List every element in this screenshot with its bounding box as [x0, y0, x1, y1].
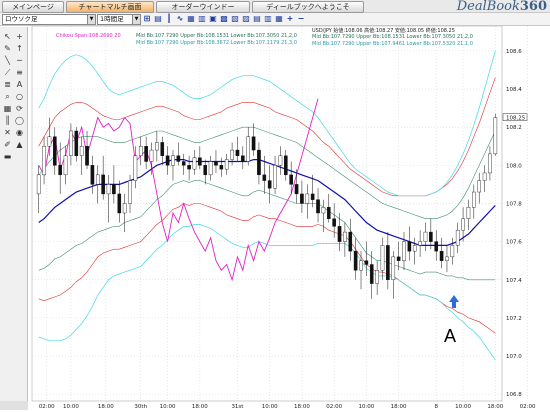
y-tick-label: 107.2 [506, 316, 522, 322]
ellipse-icon[interactable]: ◯ [14, 115, 25, 126]
legend-bb-right2: Mid Bb:107.7290 Upper Bb:107.9461 Lower … [312, 41, 473, 47]
hline-icon[interactable]: ─ [14, 55, 25, 66]
legend-bb-right: Mid Bb:107.7290 Upper Bb:108.1531 Lower … [312, 34, 473, 40]
y-tick-label: 108.4 [506, 87, 522, 93]
status-strip [0, 401, 28, 410]
bars-icon[interactable]: ║ [2, 115, 13, 126]
x-tick-label: 10:00 [262, 404, 278, 410]
dealbook-logo: DealBook360 [456, 0, 547, 14]
arrow-up-icon[interactable]: ↑ [14, 43, 25, 54]
settings-icon[interactable]: ▨ [241, 14, 251, 23]
top-tab-bar: メインページ チャートマルチ画面 オーダーウインドー ディールブックへようこそ … [0, 0, 550, 14]
x-tick-label: 18:00 [192, 404, 208, 410]
chart-type-value: ロウソク足 [5, 15, 38, 23]
chart-type-select[interactable]: ロウソク足 ▼ [2, 14, 96, 25]
grid-icon[interactable]: ▥ [197, 14, 207, 23]
candle [493, 113, 498, 156]
y-tick-label: 107.8 [506, 201, 522, 207]
price-chart[interactable]: 108.6 108.4 108.25 108.2 108.0 107.8 107.6 107.… [28, 25, 550, 410]
gann-icon[interactable]: ✕ [2, 127, 13, 138]
pencil-icon[interactable]: ✐ [2, 139, 13, 150]
y-tick-label: 107.6 [506, 240, 522, 246]
trash-icon[interactable]: ▬ [2, 151, 13, 162]
y-tick-label: 108.25 [506, 116, 526, 122]
grid-icon[interactable]: ▦ [2, 103, 13, 114]
legend-chikou: Chikou Span:108.2690 20 [56, 33, 121, 39]
tab-chart-multi[interactable]: チャートマルチ画面 [66, 1, 154, 13]
chart-toolbar: ロウソク足 ▼ 1時間足 ▼ ⊞ ▤ ┃ ∿ ▦ ▥ ▣ ▩ ▧ ▨ ▤ ▥ ▦… [0, 13, 550, 26]
trendline-icon[interactable]: ⟋ [2, 67, 13, 78]
chevron-down-icon: ▼ [132, 15, 140, 24]
tab-order-window[interactable]: オーダーウインドー [156, 1, 250, 13]
plot-area [31, 25, 503, 402]
history-icon[interactable]: ▥ [263, 14, 273, 23]
x-tick-label: 02:00 [520, 404, 536, 410]
save-icon[interactable]: ▩ [219, 14, 229, 23]
legend-bb-mid2: Mid Bb:107.7290 Upper Bb:108.3672 Lower … [136, 40, 297, 46]
compare-icon[interactable]: ▦ [274, 14, 284, 23]
legend-bb-mid: Mid Bb:107.7290 Upper Bb:108.1531 Lower … [136, 33, 297, 39]
x-tick-label: 02:00 [39, 404, 55, 410]
scale-icon[interactable]: ▧ [230, 14, 240, 23]
x-tick-label: 8 [434, 404, 438, 410]
legend-ohlc: USD/JPY 始値:108.06 高値:108.27 安値:108.05 終値… [312, 27, 455, 34]
chart-svg[interactable]: 108.6 108.4 108.25 108.2 108.0 107.8 107.6 107.… [28, 25, 550, 410]
x-tick-label: 10:00 [455, 404, 471, 410]
eye-icon[interactable]: ◉ [14, 127, 25, 138]
x-tick-label: 10:00 [358, 404, 374, 410]
annotation-label: A [444, 326, 456, 346]
x-tick-label: 31st [231, 404, 244, 410]
tab-dealbook-welcome[interactable]: ディールブックへようこそ [252, 1, 364, 13]
pin-icon[interactable]: ▲ [14, 139, 25, 150]
cursor-icon[interactable]: ↖ [2, 31, 13, 42]
x-tick-label: 10:00 [63, 404, 79, 410]
text-icon[interactable]: A [14, 79, 25, 90]
x-tick-label: 02:00 [326, 404, 342, 410]
timeframe-value: 1時間足 [100, 15, 124, 23]
y-tick-label: 107.4 [506, 278, 522, 284]
bar-style-icon[interactable]: ┃ [164, 14, 174, 23]
zoom-out-button[interactable]: − [296, 14, 306, 23]
y-tick-label: 108.2 [506, 125, 522, 131]
x-tick-label: 18:00 [391, 404, 407, 410]
fib-icon[interactable]: ≣ [2, 79, 13, 90]
y-tick-label: 106.8 [506, 392, 522, 398]
template-icon[interactable]: ▣ [208, 14, 218, 23]
x-tick-label: 10:00 [160, 404, 176, 410]
zoom-icon[interactable]: ⌕ [2, 91, 13, 102]
x-tick-label: 18:00 [98, 404, 114, 410]
y-axis-labels: 108.6 108.4 108.25 108.2 108.0 107.8 107.6 107.… [502, 49, 528, 398]
line-icon[interactable]: ╲ [2, 55, 13, 66]
pen-icon[interactable]: ✎ [2, 43, 13, 54]
zoom-reset-icon[interactable]: ⊞ [142, 14, 152, 23]
zoom-in-button[interactable]: + [285, 14, 295, 23]
x-axis-labels: 02:00 10:00 18:00 30th 10:00 18:00 31st 10:00 18… [39, 404, 536, 410]
x-tick-label: 30th [134, 404, 147, 410]
channel-icon[interactable]: ≡ [14, 67, 25, 78]
x-tick-label: 18:00 [294, 404, 310, 410]
circle-icon[interactable]: ○ [14, 91, 25, 102]
chart-props-icon[interactable]: ▤ [153, 14, 163, 23]
cycle-icon[interactable]: ⟳ [14, 103, 25, 114]
chevron-down-icon: ▼ [87, 15, 95, 24]
timeframe-select[interactable]: 1時間足 ▼ [97, 14, 141, 25]
drawing-toolbox: ↖ + ✎ ↑ ╲ ─ ⟋ ≡ ≣ A ⌕ ○ ▦ ⟳ ║ ◯ ✕ ◉ ✐ ▲ ▬ [0, 27, 28, 410]
x-tick-label: 18:00 [487, 404, 503, 410]
print-icon[interactable]: ▦ [186, 14, 196, 23]
indicator-icon[interactable]: ∿ [175, 14, 185, 23]
period-icon[interactable]: ▤ [252, 14, 262, 23]
y-tick-label: 108.6 [506, 49, 522, 55]
y-tick-label: 107.0 [506, 354, 522, 360]
y-tick-label: 108.0 [506, 163, 522, 169]
tab-main-page[interactable]: メインページ [2, 1, 64, 13]
crosshair-icon[interactable]: + [14, 31, 25, 42]
